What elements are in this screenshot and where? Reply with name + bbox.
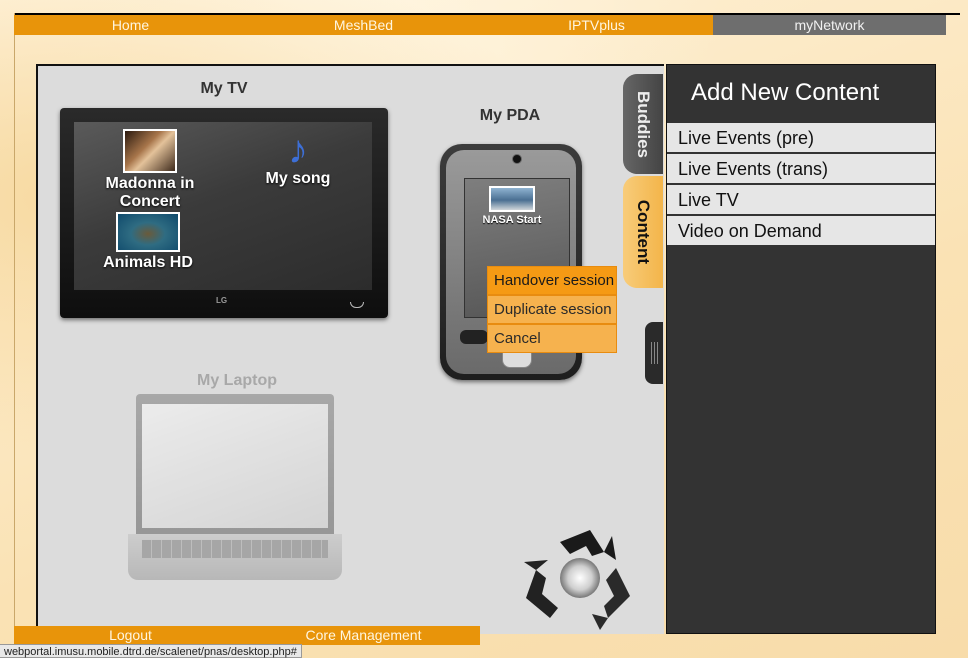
laptop-device[interactable] [128, 394, 342, 580]
concert-thumbnail [123, 129, 177, 173]
pda-camera [512, 154, 522, 164]
bottom-navigation: Logout Core Management [14, 626, 480, 645]
tab-mynetwork[interactable]: myNetwork [713, 15, 946, 35]
tab-home[interactable]: Home [14, 15, 247, 35]
media-item-animals[interactable]: Animals HD [96, 212, 200, 272]
grip-line [657, 342, 658, 364]
laptop-screen [142, 404, 328, 528]
panel-title: Add New Content [691, 79, 880, 106]
laptop-lid [136, 394, 334, 534]
tv-title: My TV [200, 80, 248, 97]
media-item-label: Madonna in Concert [105, 175, 195, 210]
content-item-live-events-trans[interactable]: Live Events (trans) [667, 154, 935, 185]
frame-left-line [14, 13, 15, 643]
tab-content-label: Content [634, 199, 653, 265]
media-item-label: My song [265, 170, 331, 187]
tab-buddies-label: Buddies [634, 90, 653, 158]
media-item-madonna[interactable]: Madonna in Concert [100, 129, 200, 211]
media-item-label: NASA Start [482, 214, 542, 226]
logout-link[interactable]: Logout [14, 626, 247, 645]
content-list: Live Events (pre) Live Events (trans) Li… [667, 123, 935, 247]
media-item-label: Animals HD [103, 254, 193, 271]
duplicate-session-option[interactable]: Duplicate session [487, 295, 617, 324]
pda-left-button [460, 330, 488, 344]
device-stage: My TV LG Madonna in Concert ♪ My song An… [36, 64, 664, 634]
tab-meshbed[interactable]: MeshBed [247, 15, 480, 35]
laptop-keyboard [142, 540, 328, 558]
tab-buddies[interactable]: Buddies [623, 74, 663, 174]
animals-thumbnail [116, 212, 180, 252]
tab-content[interactable]: Content [623, 176, 663, 288]
panel-resize-handle[interactable] [645, 322, 663, 384]
music-note-icon: ♪ [288, 128, 308, 172]
cancel-option[interactable]: Cancel [487, 324, 617, 353]
handover-session-option[interactable]: Handover session [487, 266, 617, 295]
laptop-base [128, 534, 342, 580]
grip-line [654, 342, 655, 364]
nasa-thumbnail [489, 186, 535, 212]
tab-iptvplus[interactable]: IPTVplus [480, 15, 713, 35]
content-item-live-events-pre[interactable]: Live Events (pre) [667, 123, 935, 154]
top-navigation: Home MeshBed IPTVplus myNetwork [14, 15, 946, 35]
browser-status-bar: webportal.imusu.mobile.dtrd.de/scalenet/… [0, 644, 302, 658]
content-item-video-on-demand[interactable]: Video on Demand [667, 216, 935, 247]
tv-brand-logo: LG [216, 296, 228, 305]
core-management-link[interactable]: Core Management [247, 626, 480, 645]
context-menu: Handover session Duplicate session Cance… [487, 266, 617, 353]
media-item-nasa[interactable]: NASA Start [482, 186, 542, 226]
grip-line [651, 342, 652, 364]
content-item-live-tv[interactable]: Live TV [667, 185, 935, 216]
tv-power-indicator [350, 302, 364, 308]
pda-title: My PDA [479, 107, 541, 124]
recycle-bin-icon[interactable] [520, 522, 640, 632]
laptop-title: My Laptop [197, 372, 277, 389]
add-content-panel: Add New Content Live Events (pre) Live E… [666, 64, 936, 634]
media-item-my-song[interactable]: ♪ My song [256, 130, 340, 188]
